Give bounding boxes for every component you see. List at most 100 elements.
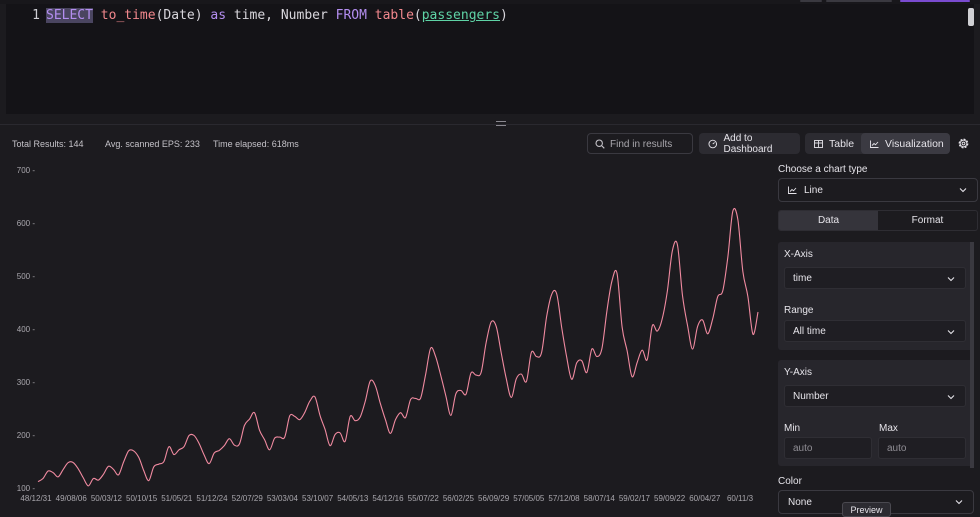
tab-visualization-label: Visualization bbox=[885, 137, 944, 150]
code-token: SELECT bbox=[46, 8, 93, 23]
code-token: FROM bbox=[335, 8, 367, 23]
table-icon bbox=[814, 139, 823, 148]
code-token: passengers bbox=[421, 8, 501, 23]
gear-icon[interactable] bbox=[957, 137, 970, 150]
pane-divider bbox=[0, 124, 980, 125]
x-tick-label: 55/07/22 bbox=[408, 494, 440, 503]
code-token: ( bbox=[413, 8, 422, 23]
y-tick-label: 100 - bbox=[17, 484, 36, 493]
x-tick-label: 59/02/17 bbox=[619, 494, 651, 503]
line-number: 1 bbox=[32, 8, 40, 23]
tab-format[interactable]: Format bbox=[878, 211, 977, 230]
x-axis-label: X-Axis bbox=[784, 249, 813, 260]
y-axis-select[interactable]: Number bbox=[784, 385, 966, 407]
find-in-results[interactable] bbox=[587, 133, 693, 154]
x-tick-label: 54/12/16 bbox=[372, 494, 404, 503]
range-select[interactable]: All time bbox=[784, 320, 966, 342]
series-line-passengers bbox=[37, 208, 759, 487]
query-text[interactable]: SELECT to_time(Date) as time, Number FRO… bbox=[46, 8, 508, 23]
x-tick-label: 53/10/07 bbox=[302, 494, 334, 503]
range-label: Range bbox=[784, 305, 814, 316]
code-token: table bbox=[374, 8, 414, 23]
max-label: Max bbox=[879, 423, 898, 434]
y-axis-value: Number bbox=[793, 390, 829, 402]
editor-gutter: 1 bbox=[6, 4, 46, 114]
code-token: ) bbox=[500, 8, 508, 23]
y-tick-label: 200 - bbox=[17, 431, 36, 440]
x-tick-label: 56/09/29 bbox=[478, 494, 510, 503]
x-tick-label: 50/10/15 bbox=[126, 494, 158, 503]
tab-visualization[interactable]: Visualization bbox=[861, 133, 950, 154]
add-to-dashboard-button[interactable]: Add to Dashboard bbox=[699, 132, 800, 155]
x-tick-label: 60/11/3 bbox=[727, 494, 754, 503]
color-value: None bbox=[788, 496, 812, 508]
line-chart-icon bbox=[788, 186, 797, 194]
chart-type-label: Choose a chart type bbox=[778, 164, 868, 175]
chart-type-select[interactable]: Line bbox=[778, 178, 978, 202]
x-axis-select[interactable]: time bbox=[784, 267, 966, 289]
top-button[interactable] bbox=[826, 0, 892, 2]
line-chart: 100 - 200 - 300 - 400 - 500 - 600 - 700 - 48/12… bbox=[17, 166, 759, 503]
x-tick-label: 51/05/21 bbox=[161, 494, 193, 503]
code-token: to_time bbox=[100, 8, 156, 23]
x-tick-label: 58/07/14 bbox=[584, 494, 616, 503]
code-token: as bbox=[210, 8, 227, 23]
code-token: time, Number bbox=[226, 8, 336, 23]
y-tick-label: 300 - bbox=[17, 378, 36, 387]
y-tick-label: 500 - bbox=[17, 272, 36, 281]
query-editor[interactable]: 1 SELECT to_time(Date) as time, Number F… bbox=[6, 4, 974, 114]
search-icon bbox=[595, 139, 605, 149]
x-tick-label: 60/04/27 bbox=[689, 494, 721, 503]
panel-scrollbar[interactable] bbox=[970, 242, 974, 360]
total-results: Total Results: 144 bbox=[12, 139, 84, 149]
y-tick-label: 700 - bbox=[17, 166, 36, 175]
tab-data[interactable]: Data bbox=[779, 211, 878, 230]
add-to-dashboard-label: Add to Dashboard bbox=[723, 132, 773, 155]
x-tick-label: 53/03/04 bbox=[267, 494, 299, 503]
x-axis-card: X-Axis time Range All time bbox=[778, 242, 974, 350]
preview-button[interactable]: Preview bbox=[842, 502, 891, 517]
x-tick-label: 52/07/29 bbox=[232, 494, 264, 503]
x-tick-label: 49/08/06 bbox=[56, 494, 88, 503]
y-min-input[interactable] bbox=[784, 437, 872, 459]
run-button[interactable] bbox=[900, 0, 970, 2]
settings-tabs: Data Format bbox=[778, 210, 978, 231]
x-tick-label: 57/12/08 bbox=[548, 494, 580, 503]
y-axis-label: Y-Axis bbox=[784, 367, 812, 378]
editor-scrollbar[interactable] bbox=[968, 8, 974, 26]
resize-handle[interactable] bbox=[496, 121, 506, 126]
chevron-down-icon bbox=[959, 188, 967, 193]
chart-type-value: Line bbox=[804, 184, 823, 196]
x-tick-label: 51/12/24 bbox=[196, 494, 228, 503]
search-input[interactable] bbox=[610, 137, 690, 151]
y-max-input[interactable] bbox=[878, 437, 966, 459]
tab-table-label: Table bbox=[829, 137, 855, 150]
x-tick-label: 57/05/05 bbox=[513, 494, 545, 503]
min-label: Min bbox=[784, 423, 801, 434]
chevron-down-icon bbox=[947, 395, 955, 400]
chart-settings-panel: Choose a chart type Line Data Format X-A… bbox=[778, 160, 980, 517]
time-elapsed: Time elapsed: 618ms bbox=[213, 139, 299, 149]
dashboard-icon bbox=[708, 139, 718, 148]
top-button[interactable] bbox=[800, 0, 822, 2]
y-tick-label: 600 - bbox=[17, 219, 36, 228]
panel-scrollbar[interactable] bbox=[970, 360, 974, 468]
view-toggle: Table Visualization bbox=[805, 133, 950, 154]
x-tick-label: 59/09/22 bbox=[654, 494, 686, 503]
line-chart-icon bbox=[870, 140, 879, 148]
x-tick-label: 48/12/31 bbox=[20, 494, 52, 503]
y-axis-card: Y-Axis Number Min Max bbox=[778, 360, 974, 466]
y-tick-label: 400 - bbox=[17, 325, 36, 334]
x-axis-value: time bbox=[793, 272, 812, 284]
x-tick-label: 54/05/13 bbox=[337, 494, 369, 503]
x-tick-label: 50/03/12 bbox=[91, 494, 123, 503]
x-tick-label: 56/02/25 bbox=[443, 494, 475, 503]
chevron-down-icon bbox=[947, 330, 955, 335]
tab-table[interactable]: Table bbox=[805, 133, 861, 154]
chevron-down-icon bbox=[947, 277, 955, 282]
color-label: Color bbox=[778, 476, 802, 487]
chevron-down-icon bbox=[955, 500, 963, 505]
code-token: (Date) bbox=[155, 8, 211, 23]
